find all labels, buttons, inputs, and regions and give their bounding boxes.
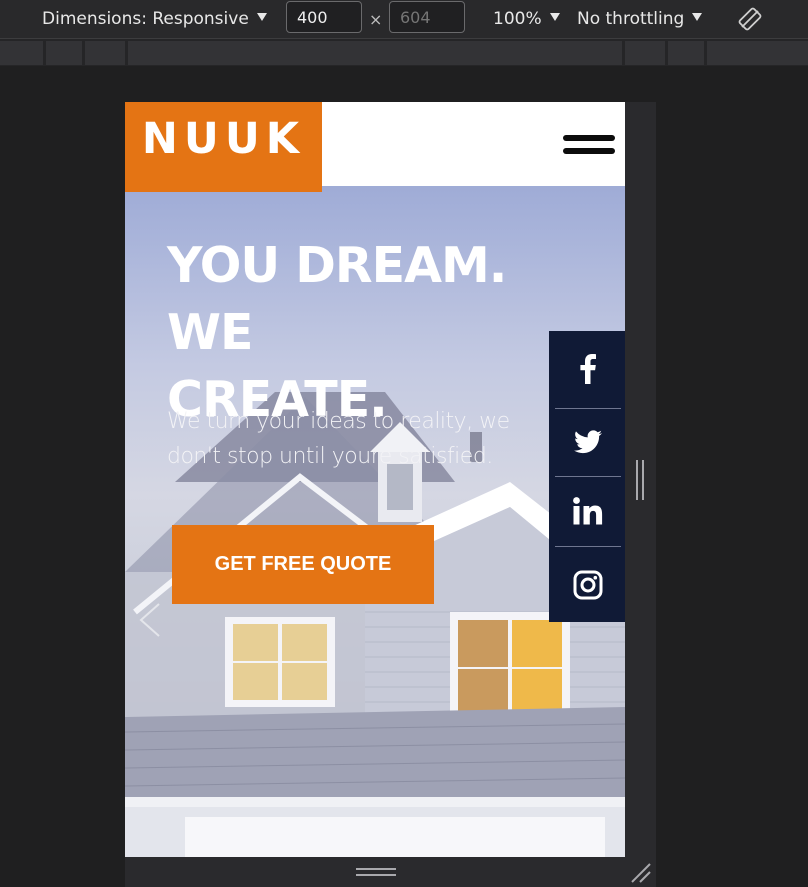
chevron-left-icon[interactable] xyxy=(137,602,163,638)
throttling-label: No throttling xyxy=(577,9,685,29)
height-input[interactable] xyxy=(389,1,465,33)
zoom-label: 100% xyxy=(493,9,542,29)
twitter-icon xyxy=(574,430,602,454)
horizontal-resize-handle[interactable] xyxy=(355,866,397,878)
media-query-segment[interactable] xyxy=(46,41,82,65)
media-query-segment[interactable] xyxy=(668,41,704,65)
corner-resize-handle[interactable] xyxy=(630,862,652,884)
rotate-icon[interactable] xyxy=(738,7,762,31)
linkedin-icon xyxy=(573,497,603,525)
twitter-link[interactable] xyxy=(555,409,621,475)
linkedin-link[interactable] xyxy=(555,477,621,545)
instagram-link[interactable] xyxy=(555,547,621,622)
media-query-segment[interactable] xyxy=(707,41,808,65)
subtext-line: We turn your ideas to reality, we xyxy=(167,409,510,434)
emulated-viewport: NUUK YOU DREAM. WE CREATE. We turn your … xyxy=(125,102,625,857)
get-free-quote-button[interactable]: GET FREE QUOTE xyxy=(172,525,434,604)
width-input[interactable] xyxy=(286,1,362,33)
social-sidebar xyxy=(549,331,625,622)
facebook-link[interactable] xyxy=(555,331,621,407)
media-query-segment[interactable] xyxy=(85,41,125,65)
instagram-icon xyxy=(573,570,603,599)
media-query-segment[interactable] xyxy=(0,41,43,65)
menu-icon[interactable] xyxy=(563,135,615,161)
dimensions-label: Dimensions: Responsive xyxy=(42,9,249,29)
hero-subtext: We turn your ideas to reality, we don't … xyxy=(167,404,517,474)
device-toolbar: Dimensions: Responsive × 100% No throttl… xyxy=(0,0,808,39)
facebook-icon xyxy=(580,354,596,384)
headline-line: YOU DREAM. WE xyxy=(167,237,507,361)
hero-headline: YOU DREAM. WE CREATE. xyxy=(167,232,557,433)
chevron-down-icon xyxy=(256,13,267,21)
media-query-segment[interactable] xyxy=(128,41,622,65)
logo[interactable]: NUUK xyxy=(125,102,322,192)
logo-text: NUUK xyxy=(141,114,306,164)
chevron-down-icon xyxy=(549,13,560,21)
zoom-dropdown[interactable]: 100% xyxy=(493,0,560,38)
times-symbol: × xyxy=(369,10,383,29)
media-query-bar xyxy=(0,39,808,66)
dimensions-dropdown[interactable]: Dimensions: Responsive xyxy=(42,0,267,38)
throttling-dropdown[interactable]: No throttling xyxy=(577,0,703,38)
chevron-down-icon xyxy=(692,13,703,21)
vertical-resize-handle[interactable] xyxy=(635,459,645,501)
media-query-segment[interactable] xyxy=(625,41,665,65)
subtext-line: don't stop until youre satisfied. xyxy=(167,444,493,469)
